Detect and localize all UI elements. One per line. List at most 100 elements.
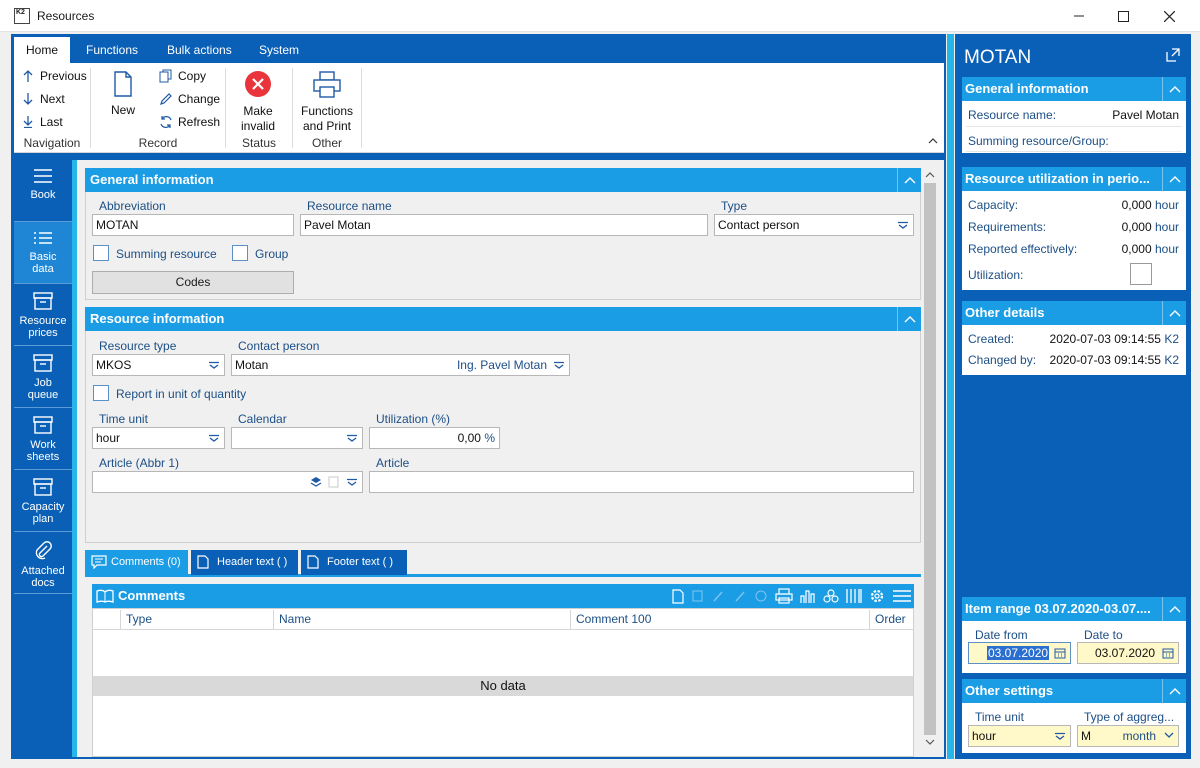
- type-label: Type: [721, 199, 748, 213]
- pencil-icon: [160, 93, 172, 105]
- contact-person-select[interactable]: Motan Ing. Pavel Motan: [231, 354, 570, 376]
- nav-capacity-plan[interactable]: Capacity plan: [14, 470, 72, 532]
- collapse-right-general-button[interactable]: [1162, 77, 1186, 101]
- collapse-ribbon-button[interactable]: [928, 137, 938, 144]
- functions-and-print-button[interactable]: Functions and Print: [296, 71, 358, 134]
- make-invalid-button[interactable]: Make invalid: [230, 70, 286, 134]
- tab-comments[interactable]: Comments (0): [85, 550, 188, 575]
- previous-label: Previous: [40, 69, 87, 83]
- dropdown-icon: [209, 361, 219, 369]
- tab-home[interactable]: Home: [14, 37, 71, 63]
- scroll-down-icon[interactable]: [925, 739, 935, 746]
- resource-type-select[interactable]: MKOS: [92, 354, 225, 376]
- columns-icon[interactable]: [846, 588, 862, 604]
- calendar-select[interactable]: [231, 427, 363, 449]
- resource-type-label: Resource type: [99, 339, 177, 353]
- nav-job-queue[interactable]: Job queue: [14, 346, 72, 408]
- collapse-right-settings-button[interactable]: [1162, 679, 1186, 703]
- calendar-icon[interactable]: [1162, 647, 1174, 659]
- aggregation-value: month: [1122, 729, 1156, 743]
- collapse-resource-info-button[interactable]: [897, 307, 921, 331]
- menu-icon[interactable]: [892, 588, 912, 604]
- cubes-icon[interactable]: [823, 588, 839, 604]
- dropdown-icon: [347, 478, 357, 486]
- make-invalid-label-2: invalid: [240, 119, 276, 133]
- previous-button[interactable]: Previous: [20, 69, 87, 83]
- print-icon[interactable]: [775, 588, 793, 604]
- tab-bulk-actions[interactable]: Bulk actions: [155, 37, 244, 63]
- next-button[interactable]: Next: [20, 92, 65, 106]
- article-abbr-select[interactable]: [92, 471, 363, 493]
- maximize-button[interactable]: [1100, 0, 1146, 32]
- minimize-button[interactable]: [1056, 0, 1102, 32]
- capacity-unit: hour: [1154, 198, 1179, 212]
- grid-col-comment[interactable]: Comment 100: [571, 610, 870, 630]
- copy-button[interactable]: Copy: [158, 69, 206, 83]
- nav-work-sheets[interactable]: Work sheets: [14, 408, 72, 470]
- tab-footer-text[interactable]: Footer text ( ): [301, 550, 407, 575]
- nav-resource-prices[interactable]: Resource prices: [14, 284, 72, 346]
- change-button[interactable]: Change: [158, 92, 220, 106]
- general-info-header: General information: [85, 168, 921, 192]
- copy-disabled-icon: [692, 590, 703, 602]
- collapse-right-range-button[interactable]: [1162, 597, 1186, 621]
- right-other-title: Other details: [965, 305, 1045, 320]
- resource-info-header: Resource information: [85, 307, 921, 331]
- changed-value: 2020-07-03 09:14:55 K2: [1040, 353, 1179, 367]
- nav-resource-prices-label-2: prices: [28, 327, 58, 339]
- summing-resource-checkbox[interactable]: [93, 245, 109, 261]
- type-select[interactable]: Contact person: [714, 214, 914, 236]
- scroll-up-icon[interactable]: [925, 171, 935, 178]
- nav-work-sheets-label-1: Work: [30, 439, 56, 451]
- article-field[interactable]: [369, 471, 914, 493]
- calendar-icon[interactable]: [1054, 647, 1066, 659]
- gear-icon[interactable]: [869, 588, 885, 604]
- collapse-right-util-button[interactable]: [1162, 167, 1186, 191]
- report-unit-checkbox[interactable]: [93, 385, 109, 401]
- utilization-field[interactable]: 0,00 %: [369, 427, 500, 449]
- grid-col-name[interactable]: Name: [274, 610, 571, 630]
- nav-basic-data[interactable]: Basic data: [14, 222, 72, 284]
- date-from-field[interactable]: 03.07.2020: [968, 642, 1071, 664]
- tab-system[interactable]: System: [247, 37, 311, 63]
- collapse-right-other-button[interactable]: [1162, 301, 1186, 325]
- scroll-thumb[interactable]: [924, 183, 936, 735]
- close-window-button[interactable]: [1146, 0, 1192, 32]
- requirements-label: Requirements:: [968, 220, 1047, 234]
- requirements-unit: hour: [1154, 220, 1179, 234]
- last-button[interactable]: Last: [20, 115, 63, 129]
- right-splitter[interactable]: [947, 34, 954, 759]
- edit-disabled-icon: [713, 591, 723, 602]
- aggregation-select[interactable]: M month: [1077, 725, 1179, 747]
- collapse-general-info-button[interactable]: [897, 168, 921, 192]
- tab-functions[interactable]: Functions: [74, 37, 150, 63]
- contact-person-value: Motan: [235, 358, 269, 372]
- nav-attached-docs[interactable]: Attached docs: [14, 532, 72, 594]
- chevron-down-icon: [1164, 732, 1174, 738]
- date-to-field[interactable]: 03.07.2020: [1077, 642, 1179, 664]
- nav-job-queue-label-2: queue: [27, 389, 59, 401]
- refresh-button[interactable]: Refresh: [158, 115, 220, 129]
- group-checkbox[interactable]: [232, 245, 248, 261]
- utilization-value: 0,00: [457, 431, 481, 445]
- settings-time-unit-select[interactable]: hour: [968, 725, 1071, 747]
- codes-button[interactable]: Codes: [92, 271, 294, 294]
- next-label: Next: [40, 92, 65, 106]
- new-button[interactable]: New: [106, 71, 140, 118]
- reported-unit: hour: [1154, 242, 1179, 256]
- time-unit-select[interactable]: hour: [92, 427, 225, 449]
- nav-book[interactable]: Book: [14, 160, 72, 222]
- resource-name-field[interactable]: Pavel Motan: [300, 214, 708, 236]
- popout-icon[interactable]: [1166, 48, 1180, 62]
- abbreviation-field[interactable]: MOTAN: [92, 214, 294, 236]
- box-icon: [33, 354, 53, 372]
- grid-col-order[interactable]: Order: [870, 610, 914, 630]
- new-record-icon[interactable]: [672, 588, 684, 604]
- chart-icon[interactable]: [800, 588, 816, 604]
- tab-header-text[interactable]: Header text ( ): [191, 550, 298, 575]
- changed-label: Changed by:: [968, 353, 1037, 367]
- content-scrollbar[interactable]: [922, 167, 938, 751]
- ribbon-tabs: Home Functions Bulk actions System: [14, 37, 944, 63]
- grid-col-type[interactable]: Type: [121, 610, 274, 630]
- aggregation-label: Type of aggreg...: [1084, 710, 1175, 724]
